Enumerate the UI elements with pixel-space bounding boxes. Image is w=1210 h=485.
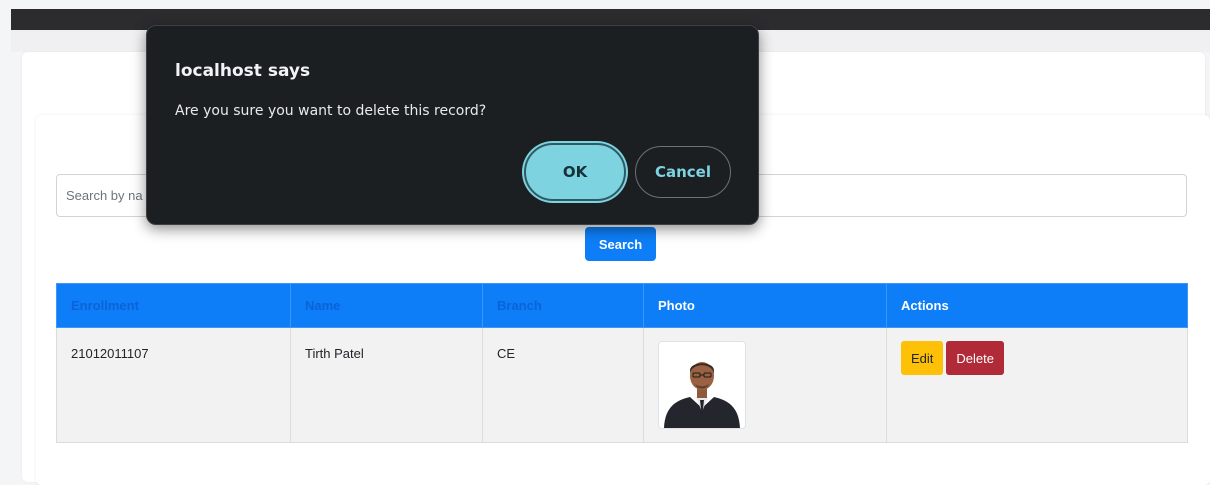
delete-button[interactable]: Delete — [946, 341, 1004, 375]
header-photo: Photo — [643, 283, 887, 328]
table-header-row: Enrollment Name Branch Photo Actions — [56, 283, 1188, 328]
dialog-message: Are you sure you want to delete this rec… — [175, 103, 487, 119]
records-table: Enrollment Name Branch Photo Actions 210… — [56, 283, 1188, 443]
cell-branch: CE — [482, 327, 644, 443]
dialog-ok-button[interactable]: OK — [524, 143, 626, 201]
cell-photo — [643, 327, 887, 443]
dialog-cancel-button[interactable]: Cancel — [635, 146, 731, 198]
search-button[interactable]: Search — [585, 227, 656, 261]
cell-name: Tirth Patel — [290, 327, 483, 443]
student-photo — [658, 341, 746, 429]
header-name: Name — [290, 283, 483, 328]
header-enrollment: Enrollment — [56, 283, 291, 328]
header-branch: Branch — [482, 283, 644, 328]
cell-enrollment: 21012011107 — [56, 327, 291, 443]
cell-actions: Edit Delete — [886, 327, 1188, 443]
edit-button[interactable]: Edit — [901, 341, 944, 375]
dialog-title: localhost says — [175, 61, 311, 81]
confirm-dialog: localhost says Are you sure you want to … — [146, 25, 759, 225]
header-actions: Actions — [886, 283, 1188, 328]
person-photo-icon — [659, 342, 745, 428]
table-row: 21012011107 Tirth Patel CE Edit Delete — [56, 327, 1188, 443]
